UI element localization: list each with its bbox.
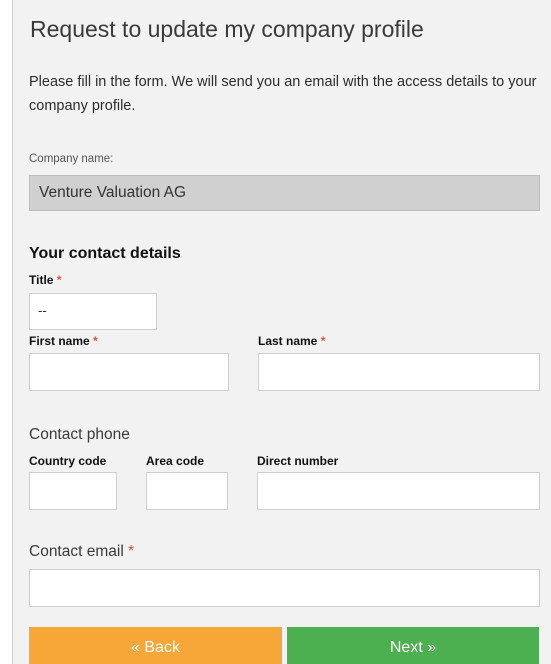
intro-text: Please fill in the form. We will send yo…: [29, 74, 537, 114]
company-name-field: Venture Valuation AG: [29, 175, 540, 211]
title-select[interactable]: --: [29, 293, 157, 330]
last-name-label-text: Last name: [258, 334, 318, 348]
first-name-input[interactable]: [29, 353, 229, 391]
area-code-input[interactable]: [146, 472, 228, 510]
contact-details-heading: Your contact details: [29, 245, 181, 262]
contact-email-input[interactable]: [29, 569, 540, 607]
page-title: Request to update my company profile: [30, 16, 424, 42]
direct-number-label: Direct number: [257, 454, 339, 468]
contact-email-heading-text: Contact email: [29, 543, 124, 560]
country-code-label: Country code: [29, 454, 107, 468]
back-button[interactable]: « Back: [29, 627, 282, 664]
required-mark: *: [128, 543, 135, 560]
last-name-input[interactable]: [258, 353, 540, 391]
country-code-input[interactable]: [29, 472, 117, 510]
company-name-label: Company name:: [29, 153, 114, 165]
required-mark: *: [56, 273, 62, 287]
first-name-label-text: First name: [29, 334, 90, 348]
required-mark: *: [320, 334, 326, 348]
title-select-value: --: [38, 303, 47, 318]
form-panel: Request to update my company profile Ple…: [12, 0, 551, 664]
first-name-label: First name *: [29, 334, 98, 348]
title-label: Title *: [29, 273, 61, 287]
required-mark: *: [93, 334, 98, 348]
area-code-label: Area code: [146, 454, 205, 468]
title-label-text: Title: [29, 273, 54, 287]
contact-email-heading: Contact email *: [29, 543, 134, 561]
last-name-label: Last name *: [258, 334, 325, 348]
direct-number-input[interactable]: [257, 472, 540, 510]
next-button[interactable]: Next »: [287, 627, 539, 664]
contact-phone-heading: Contact phone: [29, 426, 130, 443]
